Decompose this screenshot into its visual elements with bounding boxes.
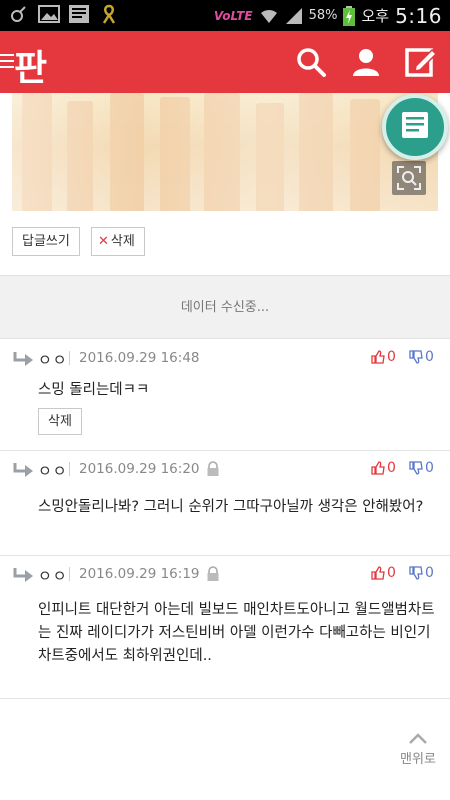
lock-icon [207, 461, 219, 476]
write-icon[interactable] [404, 45, 438, 79]
battery-percent: 58% [308, 8, 338, 23]
divider [69, 462, 70, 476]
user-icon[interactable] [349, 45, 383, 79]
comment-text: 스밍안돌리나봐? 그러니 순위가 그따구아닐까 생각은 안해봤어? [38, 499, 424, 515]
menu-icon[interactable] [0, 54, 14, 68]
dislike-count: 0 [425, 460, 434, 476]
like-button[interactable]: 0 [371, 565, 396, 581]
back-to-top-button[interactable]: 맨위로 [393, 733, 443, 773]
app-logo[interactable]: 판 [14, 39, 47, 91]
like-button[interactable]: 0 [371, 460, 396, 476]
divider [69, 351, 70, 365]
thumbs-down-icon [409, 350, 423, 364]
thumbs-up-icon [371, 350, 385, 364]
close-icon: ✕ [98, 234, 109, 249]
status-bar: VoLTE 58% 오후 5:16 [0, 0, 450, 31]
am-pm: 오후 [361, 7, 390, 25]
comment-list-button[interactable] [382, 94, 448, 160]
reply-button[interactable]: 답글쓰기 [12, 227, 80, 256]
like-count: 0 [387, 349, 396, 365]
signal-icon [285, 7, 302, 24]
clock: 5:16 [395, 3, 442, 28]
comment-text: 인피니트 대단한거 아는데 빌보드 매인차트도아니고 월드앨범차트는 진짜 레이… [38, 602, 435, 664]
comment-text: 스밍 돌리는데ㅋㅋ [38, 382, 150, 398]
thumbs-up-icon [371, 461, 385, 475]
post-image[interactable] [12, 93, 438, 211]
loading-indicator: 데이터 수신중... [0, 275, 450, 339]
gallery-icon [38, 5, 60, 23]
network-type: VoLTE [213, 8, 253, 23]
chevron-up-icon [409, 733, 427, 744]
news-icon [69, 5, 89, 23]
comment-date: 2016.09.29 16:48 [79, 350, 200, 366]
divider [69, 567, 70, 581]
lock-icon [207, 566, 219, 581]
comment-item: ㅇㅇ 2016.09.29 16:48 0 0 스밍 돌리는데ㅋㅋ 삭제 [0, 341, 450, 451]
like-count: 0 [387, 565, 396, 581]
back-to-top-label: 맨위로 [400, 752, 436, 767]
search-icon[interactable] [294, 45, 328, 79]
person-icon [11, 6, 26, 22]
comment-author: ㅇㅇ [38, 351, 68, 369]
delete-post-label: 삭제 [110, 234, 135, 249]
wifi-icon [260, 9, 277, 23]
thumbs-up-icon [371, 566, 385, 580]
thumbs-down-icon [409, 566, 423, 580]
zoom-image-icon[interactable] [392, 161, 426, 195]
reply-arrow-icon [13, 568, 33, 582]
dislike-count: 0 [425, 565, 434, 581]
thumbs-down-icon [409, 461, 423, 475]
comment-item: ㅇㅇ 2016.09.29 16:19 0 0 인피니트 대단한거 아는데 빌보… [0, 557, 450, 699]
delete-post-button[interactable]: ✕ 삭제 [91, 227, 145, 256]
battery-icon [343, 5, 356, 26]
comment-author: ㅇㅇ [38, 462, 68, 480]
note-icon [402, 112, 428, 138]
comment-date: 2016.09.29 16:20 [79, 461, 200, 477]
dislike-count: 0 [425, 349, 434, 365]
app-header: 판 [0, 31, 450, 93]
dislike-button[interactable]: 0 [409, 349, 434, 365]
like-count: 0 [387, 460, 396, 476]
reply-arrow-icon [13, 463, 33, 477]
ribbon-icon [102, 4, 116, 24]
comment-date: 2016.09.29 16:19 [79, 566, 200, 582]
comment-item: ㅇㅇ 2016.09.29 16:20 0 0 스밍안돌리나봐? 그러니 순위가… [0, 452, 450, 556]
dislike-button[interactable]: 0 [409, 565, 434, 581]
reply-arrow-icon [13, 352, 33, 366]
dislike-button[interactable]: 0 [409, 460, 434, 476]
like-button[interactable]: 0 [371, 349, 396, 365]
comment-author: ㅇㅇ [38, 567, 68, 585]
delete-comment-button[interactable]: 삭제 [38, 408, 82, 435]
